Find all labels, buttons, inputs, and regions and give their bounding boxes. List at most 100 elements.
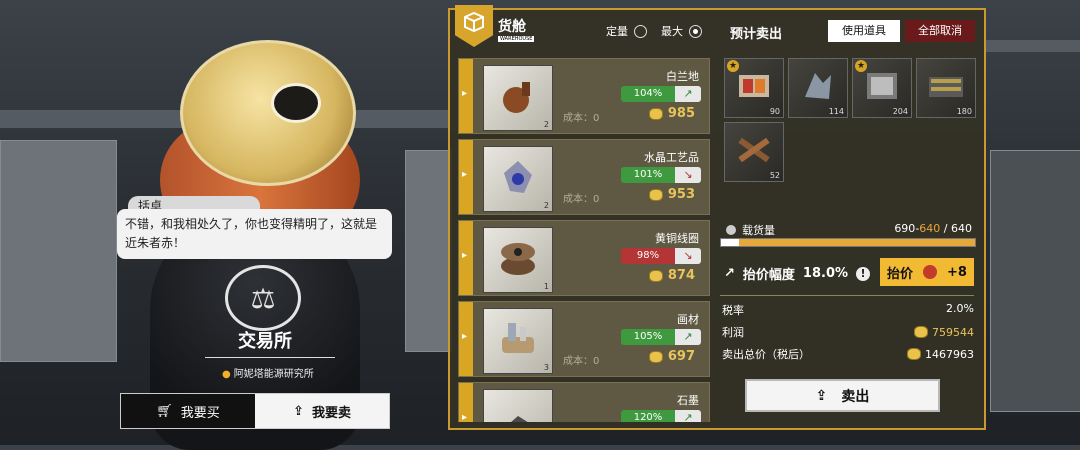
item-price-value: 874	[667, 268, 695, 283]
sell-slot-grid: ★ 90 114 ★ 204 180 52	[724, 58, 976, 190]
item-cost: 成本：0	[563, 356, 600, 367]
use-item-button[interactable]: 使用道具	[828, 20, 900, 42]
total-row: 卖出总价（税后） 1467963	[722, 346, 974, 362]
capacity-max: 640	[951, 222, 972, 235]
info-icon[interactable]: !	[856, 266, 871, 281]
item-price-value: 697	[667, 349, 695, 364]
price-percent: 105%	[633, 331, 663, 342]
item-price-value: 985	[667, 106, 695, 121]
price-raise-label: 抬价幅度	[742, 268, 795, 283]
item-expand-handle[interactable]	[459, 140, 473, 214]
item-name: 黄铜线圈	[655, 232, 699, 245]
item-image: 2	[483, 146, 553, 212]
radio-max[interactable]	[689, 24, 702, 38]
price-percent-badge: 120% ↗	[621, 410, 701, 422]
character-helmet	[180, 40, 356, 186]
bg-beam	[985, 40, 1080, 52]
location-subtitle: ● 阿妮塔能源研究所	[222, 365, 314, 380]
item-name: 白兰地	[666, 70, 699, 83]
item-image	[483, 389, 553, 422]
slot-quantity: 204	[892, 107, 908, 116]
buy-mode-button[interactable]: 🛒︎ 我要买	[121, 394, 255, 428]
price-raise-value: 18.0%	[802, 266, 849, 281]
sell-mode-label: 我要卖	[311, 405, 351, 421]
slot-quantity: 52	[769, 171, 780, 180]
tax-value: 2.0%	[946, 302, 974, 315]
location-title: 交易所	[238, 331, 292, 352]
trend-arrow-icon: ↘	[675, 167, 701, 183]
dialog-bubble[interactable]: 不错，和我相处久了，你也变得精明了，这就是近朱者赤！	[117, 209, 392, 259]
upload-icon: ⇪	[815, 387, 828, 404]
price-percent-badge: 98% ↘	[621, 248, 701, 264]
item-image: 1	[483, 227, 553, 293]
item-expand-handle[interactable]	[459, 59, 473, 133]
capacity-used: 690	[894, 222, 916, 235]
radio-label-fixed: 定量	[606, 25, 628, 38]
character-eye	[271, 83, 321, 123]
total-amount: 1467963	[925, 347, 974, 361]
summary-divider	[720, 295, 974, 296]
profit-row: 利润 759544	[722, 324, 974, 340]
profit-label: 利润	[722, 326, 744, 339]
cargo-item[interactable]: 3 画材 105% ↗ 成本：0 697	[458, 301, 710, 377]
item-name: 画材	[677, 313, 699, 326]
warehouse-subtitle: WAREHOUSE	[498, 36, 535, 42]
item-price: 985	[648, 106, 695, 121]
item-image: 3	[483, 308, 553, 374]
capacity-bar-fill	[721, 239, 975, 246]
sell-slot[interactable]: ★ 90	[724, 58, 784, 118]
location-pin-icon: ●	[222, 369, 231, 380]
cargo-item[interactable]: 2 白兰地 104% ↗ 成本：0 985	[458, 58, 710, 134]
trend-arrow-icon: ↘	[675, 248, 701, 264]
star-icon: ★	[727, 60, 739, 72]
capacity-label: 载货量	[726, 222, 775, 238]
raise-price-button[interactable]: 抬价 +8	[880, 258, 974, 286]
sell-slot[interactable]: 180	[916, 58, 976, 118]
item-price-value: 953	[667, 187, 695, 202]
item-quantity: 3	[543, 363, 549, 372]
slot-quantity: 114	[828, 107, 844, 116]
item-quantity: 2	[543, 120, 549, 129]
item-price: 874	[648, 268, 695, 283]
sell-slot[interactable]: ★ 204	[852, 58, 912, 118]
sell-button[interactable]: ⇪ 卖出	[745, 379, 940, 412]
total-value: 1467963	[907, 346, 974, 362]
cargo-item[interactable]: 1 黄铜线圈 98% ↘ 874	[458, 220, 710, 296]
upload-icon: ⇪	[293, 403, 304, 419]
coin-icon	[914, 326, 928, 338]
slot-quantity: 90	[769, 107, 780, 116]
sell-slot[interactable]: 52	[724, 122, 784, 182]
location-divider	[205, 357, 335, 358]
bg-machine-panel	[405, 150, 452, 352]
item-expand-handle[interactable]	[459, 221, 473, 295]
item-name: 石墨	[677, 394, 699, 407]
bg-machine-panel	[0, 140, 117, 362]
tax-label: 税率	[722, 304, 744, 317]
profit-amount: 759544	[932, 325, 974, 339]
cargo-item-list[interactable]: 2 白兰地 104% ↗ 成本：0 985 2 水晶工艺品 101% ↘ 成本：0 …	[458, 52, 710, 422]
item-expand-handle[interactable]	[459, 302, 473, 376]
item-cost: 成本：0	[563, 194, 600, 205]
price-percent: 101%	[633, 169, 663, 180]
capacity-after: 640	[919, 222, 941, 235]
price-raise-row: ↗ 抬价幅度 18.0% !	[724, 264, 871, 283]
price-percent-badge: 104% ↗	[621, 86, 701, 102]
cargo-item[interactable]: 2 水晶工艺品 101% ↘ 成本：0 953	[458, 139, 710, 215]
item-name: 水晶工艺品	[644, 151, 699, 164]
price-percent: 104%	[633, 88, 663, 99]
price-percent: 120%	[633, 412, 663, 422]
capacity-bar	[720, 238, 976, 247]
cancel-all-button[interactable]: 全部取消	[905, 20, 975, 42]
cargo-item[interactable]: 石墨 120% ↗	[458, 382, 710, 422]
character-token-icon	[923, 265, 938, 279]
radio-label-max: 最大	[661, 25, 683, 38]
item-expand-handle[interactable]	[459, 383, 473, 422]
radio-fixed[interactable]	[634, 24, 647, 38]
total-label: 卖出总价（税后）	[722, 348, 810, 361]
slot-quantity: 180	[956, 107, 972, 116]
raise-price-label: 抬价	[887, 266, 914, 282]
raise-price-cost: +8	[947, 264, 967, 280]
sell-mode-button[interactable]: ⇪ 我要卖	[255, 394, 389, 428]
star-icon: ★	[855, 60, 867, 72]
sell-slot[interactable]: 114	[788, 58, 848, 118]
